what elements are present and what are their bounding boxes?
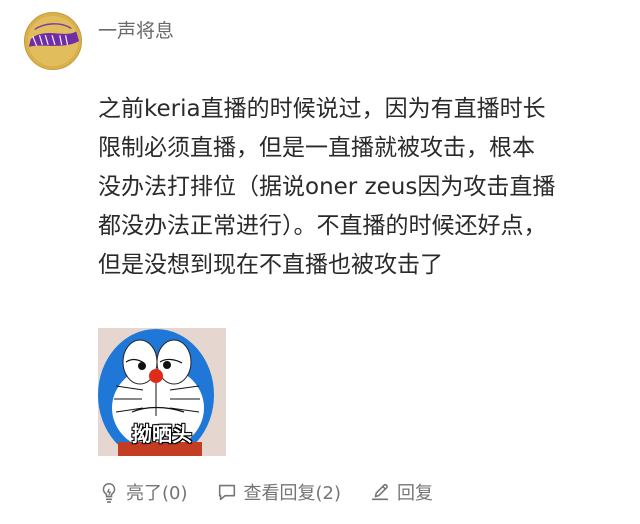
username[interactable]: 一声将息 [98, 18, 174, 44]
post-content: 之前keria直播的时候说过，因为有直播时长 限制必须直播，但是一直播就被攻击，… [98, 90, 620, 285]
reply-label: 回复 [397, 483, 433, 504]
like-label: 亮了(0) [126, 483, 188, 504]
post-actions: 亮了(0) 查看回复(2) 回复 [98, 478, 433, 506]
reply-button[interactable]: 回复 [369, 479, 433, 505]
view-replies-button[interactable]: 查看回复(2) [216, 479, 342, 505]
like-button[interactable]: 亮了(0) [98, 479, 188, 505]
avatar[interactable] [24, 12, 82, 70]
post-content-line: 限制必须直播，但是一直播就被攻击，根本 [98, 135, 535, 161]
sticker-image[interactable]: 拗晒头 [98, 328, 226, 456]
edit-icon [369, 481, 391, 503]
comment-icon [216, 481, 238, 503]
post-content-line: 但是没想到现在不直播也被攻击了 [98, 252, 443, 278]
sticker-caption: 拗晒头 [132, 422, 192, 446]
post-content-line: 之前keria直播的时候说过，因为有直播时长 [98, 96, 546, 122]
view-replies-label: 查看回复(2) [243, 483, 342, 504]
avatar-logo-icon [25, 13, 81, 69]
post-content-line: 都没办法正常进行）。不直播的时候还好点， [98, 213, 547, 239]
post-content-line: 没办法打排位（据说oner zeus因为攻击直播 [98, 174, 556, 200]
lightbulb-icon [98, 481, 120, 503]
